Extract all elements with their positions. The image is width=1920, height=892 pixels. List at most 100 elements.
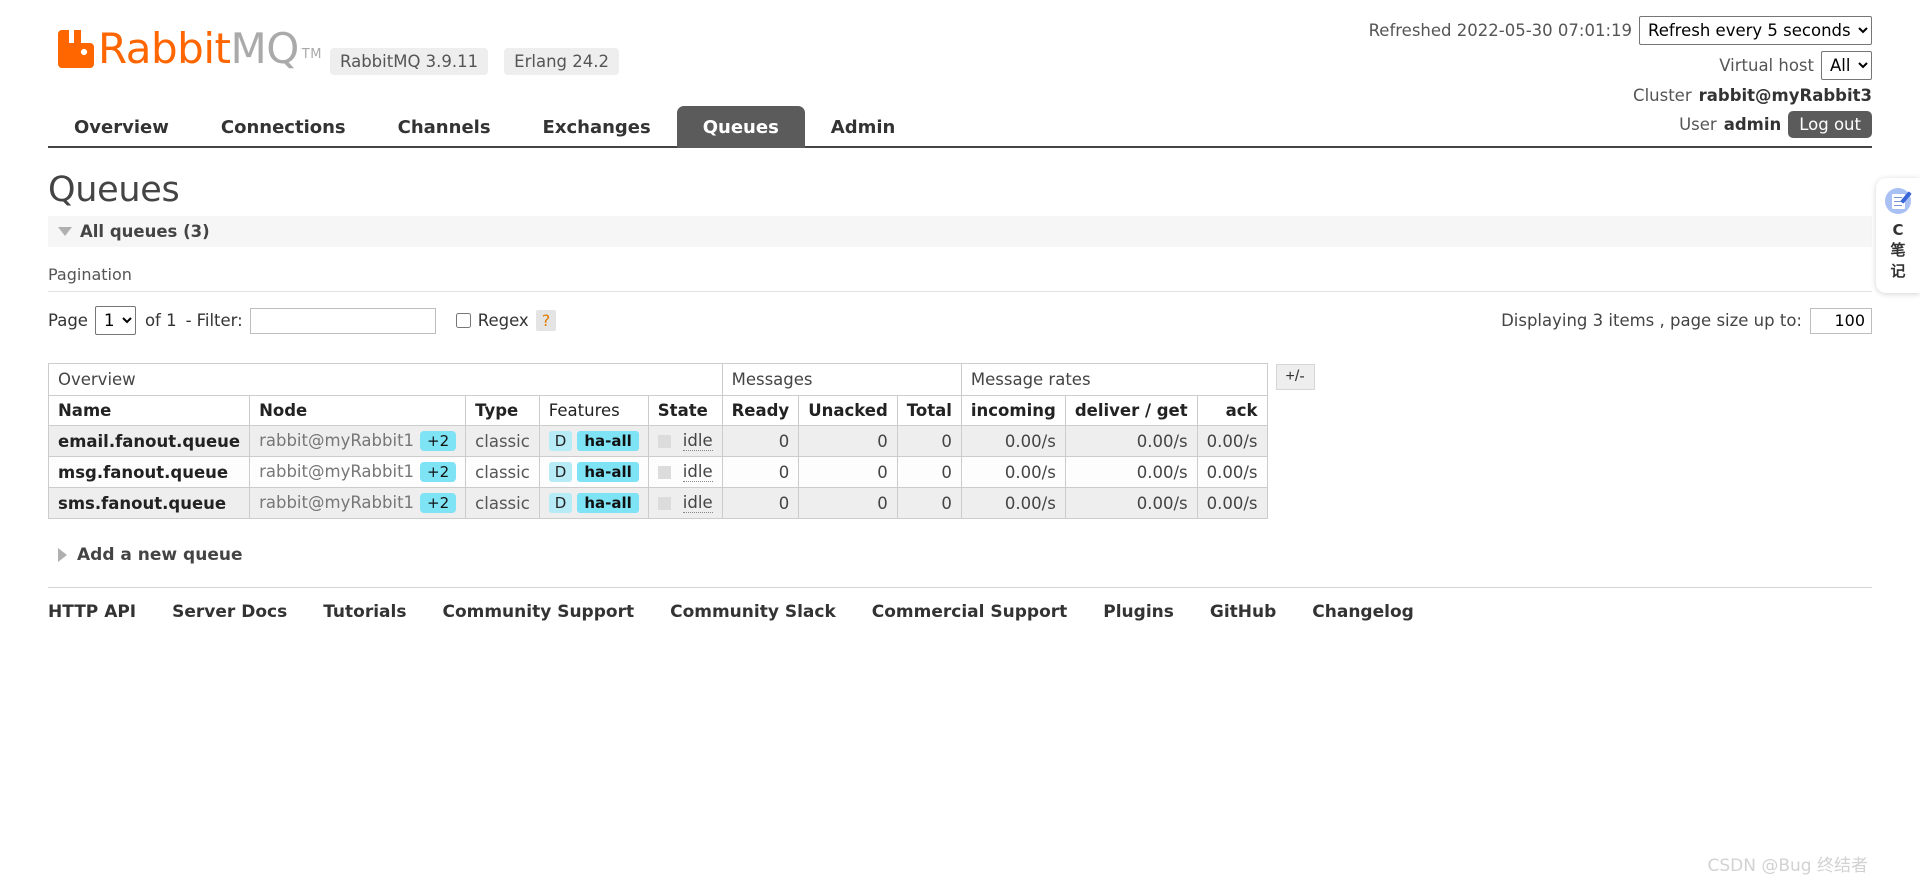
notes-label-line-1: C [1892,221,1904,239]
incoming-cell: 0.00/s [960,425,1066,457]
node-extra-badge: +2 [420,462,457,482]
footer-links: HTTP API Server Docs Tutorials Community… [48,587,1872,622]
user-row: User admin Log out [1369,111,1872,138]
state-text: idle [682,462,713,482]
filter-input[interactable] [249,307,436,334]
page-title: Queues [48,170,180,210]
page-label: Page [48,311,88,330]
tab-overview[interactable]: Overview [48,106,195,148]
page-select[interactable]: 1 [94,306,136,335]
refreshed-timestamp: Refreshed 2022-05-30 07:01:19 [1368,21,1632,40]
col-unacked[interactable]: Unacked [798,395,898,426]
vhost-select[interactable]: All [1821,51,1872,80]
queue-name-cell[interactable]: msg.fanout.queue [47,456,251,488]
user-label: User [1679,115,1717,134]
header-right-panel: Refreshed 2022-05-30 07:01:19 Refresh ev… [1369,16,1872,144]
toggle-columns-button[interactable]: +/- [1275,364,1315,390]
table-row[interactable]: sms.fanout.queue rabbit@myRabbit1 +2 clas… [47,487,1268,519]
footer-link-plugins[interactable]: Plugins [1103,602,1174,622]
rabbitmq-logo[interactable]: RabbitMQ TM [58,28,322,70]
queue-name-cell[interactable]: sms.fanout.queue [47,487,251,519]
pagination-label: Pagination [48,265,1872,292]
table-row[interactable]: msg.fanout.queue rabbit@myRabbit1 +2 clas… [47,456,1268,488]
footer-link-community-slack[interactable]: Community Slack [670,602,836,622]
node-name: rabbit@myRabbit1 [259,462,415,481]
add-queue-label: Add a new queue [77,545,243,565]
state-indicator-icon [657,465,671,479]
page-of-text: of 1 [144,311,177,330]
col-state[interactable]: State [647,395,723,426]
deliver-get-cell: 0.00/s [1064,456,1198,488]
cluster-label: Cluster [1633,86,1692,105]
vhost-row: Virtual host All [1369,51,1872,80]
col-ready[interactable]: Ready [721,395,800,426]
col-incoming[interactable]: incoming [960,395,1066,426]
node-extra-badge: +2 [420,431,457,451]
col-node[interactable]: Node [249,395,467,426]
col-features: Features [538,395,649,426]
csdn-notes-widget[interactable]: C 笔 记 [1876,178,1920,293]
footer-link-github[interactable]: GitHub [1210,602,1276,622]
incoming-cell: 0.00/s [960,456,1066,488]
main-nav-tabs: Overview Connections Channels Exchanges … [48,106,921,148]
tab-exchanges[interactable]: Exchanges [517,106,677,148]
group-message-rates: Message rates [960,363,1268,396]
table-row[interactable]: email.fanout.queue rabbit@myRabbit1 +2 cl… [47,425,1268,457]
ready-cell: 0 [721,487,800,519]
queue-features-cell: Dha-all [538,425,649,457]
feature-durable-badge: D [548,493,573,513]
queues-table-body: email.fanout.queue rabbit@myRabbit1 +2 cl… [47,425,1268,519]
queue-state-cell: idle [647,456,723,488]
notes-label-line-2: 笔 [1890,241,1906,260]
footer-link-community-support[interactable]: Community Support [442,602,634,622]
ready-cell: 0 [721,456,800,488]
logo-text-mq: MQ [230,24,299,73]
feature-policy-badge: ha-all [577,431,639,451]
queue-features-cell: Dha-all [538,456,649,488]
tab-admin[interactable]: Admin [805,106,922,148]
footer-link-commercial-support[interactable]: Commercial Support [872,602,1068,622]
tab-queues[interactable]: Queues [676,106,805,148]
queue-node-cell: rabbit@myRabbit1 +2 [249,487,467,519]
total-cell: 0 [896,487,962,519]
logout-button[interactable]: Log out [1788,111,1872,138]
note-pencil-icon [1885,188,1912,214]
chevron-right-icon [58,548,67,562]
main-content: Queues All queues (3) Pagination Page 1 … [0,170,1920,565]
regex-help-icon[interactable]: ? [535,310,557,331]
feature-durable-badge: D [548,462,573,482]
state-text: idle [682,493,713,513]
refresh-interval-select[interactable]: Refresh every 5 seconds [1639,16,1872,45]
user-value: admin [1723,115,1782,134]
queue-name-cell[interactable]: email.fanout.queue [47,425,251,457]
all-queues-section-header[interactable]: All queues (3) [48,216,1872,247]
footer-link-tutorials[interactable]: Tutorials [323,602,406,622]
cluster-row: Cluster rabbit@myRabbit3 [1369,86,1872,105]
app-root: RabbitMQ TM RabbitMQ 3.9.11 Erlang 24.2 … [0,0,1920,892]
col-type[interactable]: Type [465,395,540,426]
ack-cell: 0.00/s [1196,487,1268,519]
refresh-row: Refreshed 2022-05-30 07:01:19 Refresh ev… [1369,16,1872,45]
footer-link-server-docs[interactable]: Server Docs [172,602,287,622]
queue-features-cell: Dha-all [538,487,649,519]
unacked-cell: 0 [798,425,898,457]
footer-link-http-api[interactable]: HTTP API [48,602,136,622]
col-name[interactable]: Name [47,395,251,426]
add-queue-section-header[interactable]: Add a new queue [58,545,1872,565]
footer-link-changelog[interactable]: Changelog [1312,602,1414,622]
tab-connections[interactable]: Connections [195,106,372,148]
notes-label-line-3: 记 [1890,261,1906,280]
tab-channels[interactable]: Channels [372,106,517,148]
page-size-input[interactable] [1810,307,1872,334]
state-indicator-icon [657,434,671,448]
col-deliver-get[interactable]: deliver / get [1064,395,1198,426]
cluster-value: rabbit@myRabbit3 [1698,86,1872,105]
col-total[interactable]: Total [896,395,962,426]
col-ack[interactable]: ack [1196,395,1268,426]
rabbitmq-version-pill: RabbitMQ 3.9.11 [330,48,489,75]
app-header: RabbitMQ TM RabbitMQ 3.9.11 Erlang 24.2 … [0,0,1920,148]
regex-label: Regex [477,311,529,330]
notes-widget-label: C 笔 记 [1890,220,1905,281]
regex-checkbox[interactable] [455,313,471,328]
node-extra-badge: +2 [420,493,457,513]
